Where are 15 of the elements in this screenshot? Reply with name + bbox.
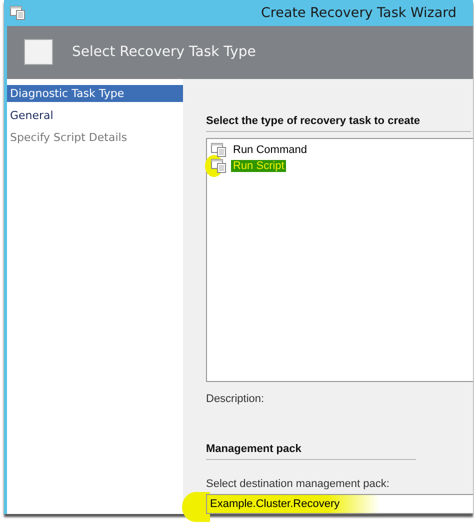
document-icon — [211, 143, 227, 157]
section-heading: Select the type of recovery task to create — [206, 115, 471, 132]
section-heading: Management pack — [206, 443, 416, 460]
step-item[interactable]: General — [7, 107, 183, 124]
pack-field[interactable]: Example.Cluster.Recovery — [206, 494, 473, 514]
window-icon — [10, 6, 26, 20]
list-item[interactable]: Run Command — [231, 144, 309, 156]
task-type-list[interactable]: Run Command Run Script — [206, 138, 473, 382]
field-label: Select destination management pack: — [206, 478, 390, 490]
window-title: Create Recovery Task Wizard — [261, 4, 457, 21]
header-icon — [24, 39, 53, 66]
description-label: Description: — [206, 393, 266, 405]
step-item[interactable]: Diagnostic Task Type — [7, 85, 183, 102]
document-icon — [211, 159, 227, 173]
page-title: Select Recovery Task Type — [72, 44, 256, 60]
